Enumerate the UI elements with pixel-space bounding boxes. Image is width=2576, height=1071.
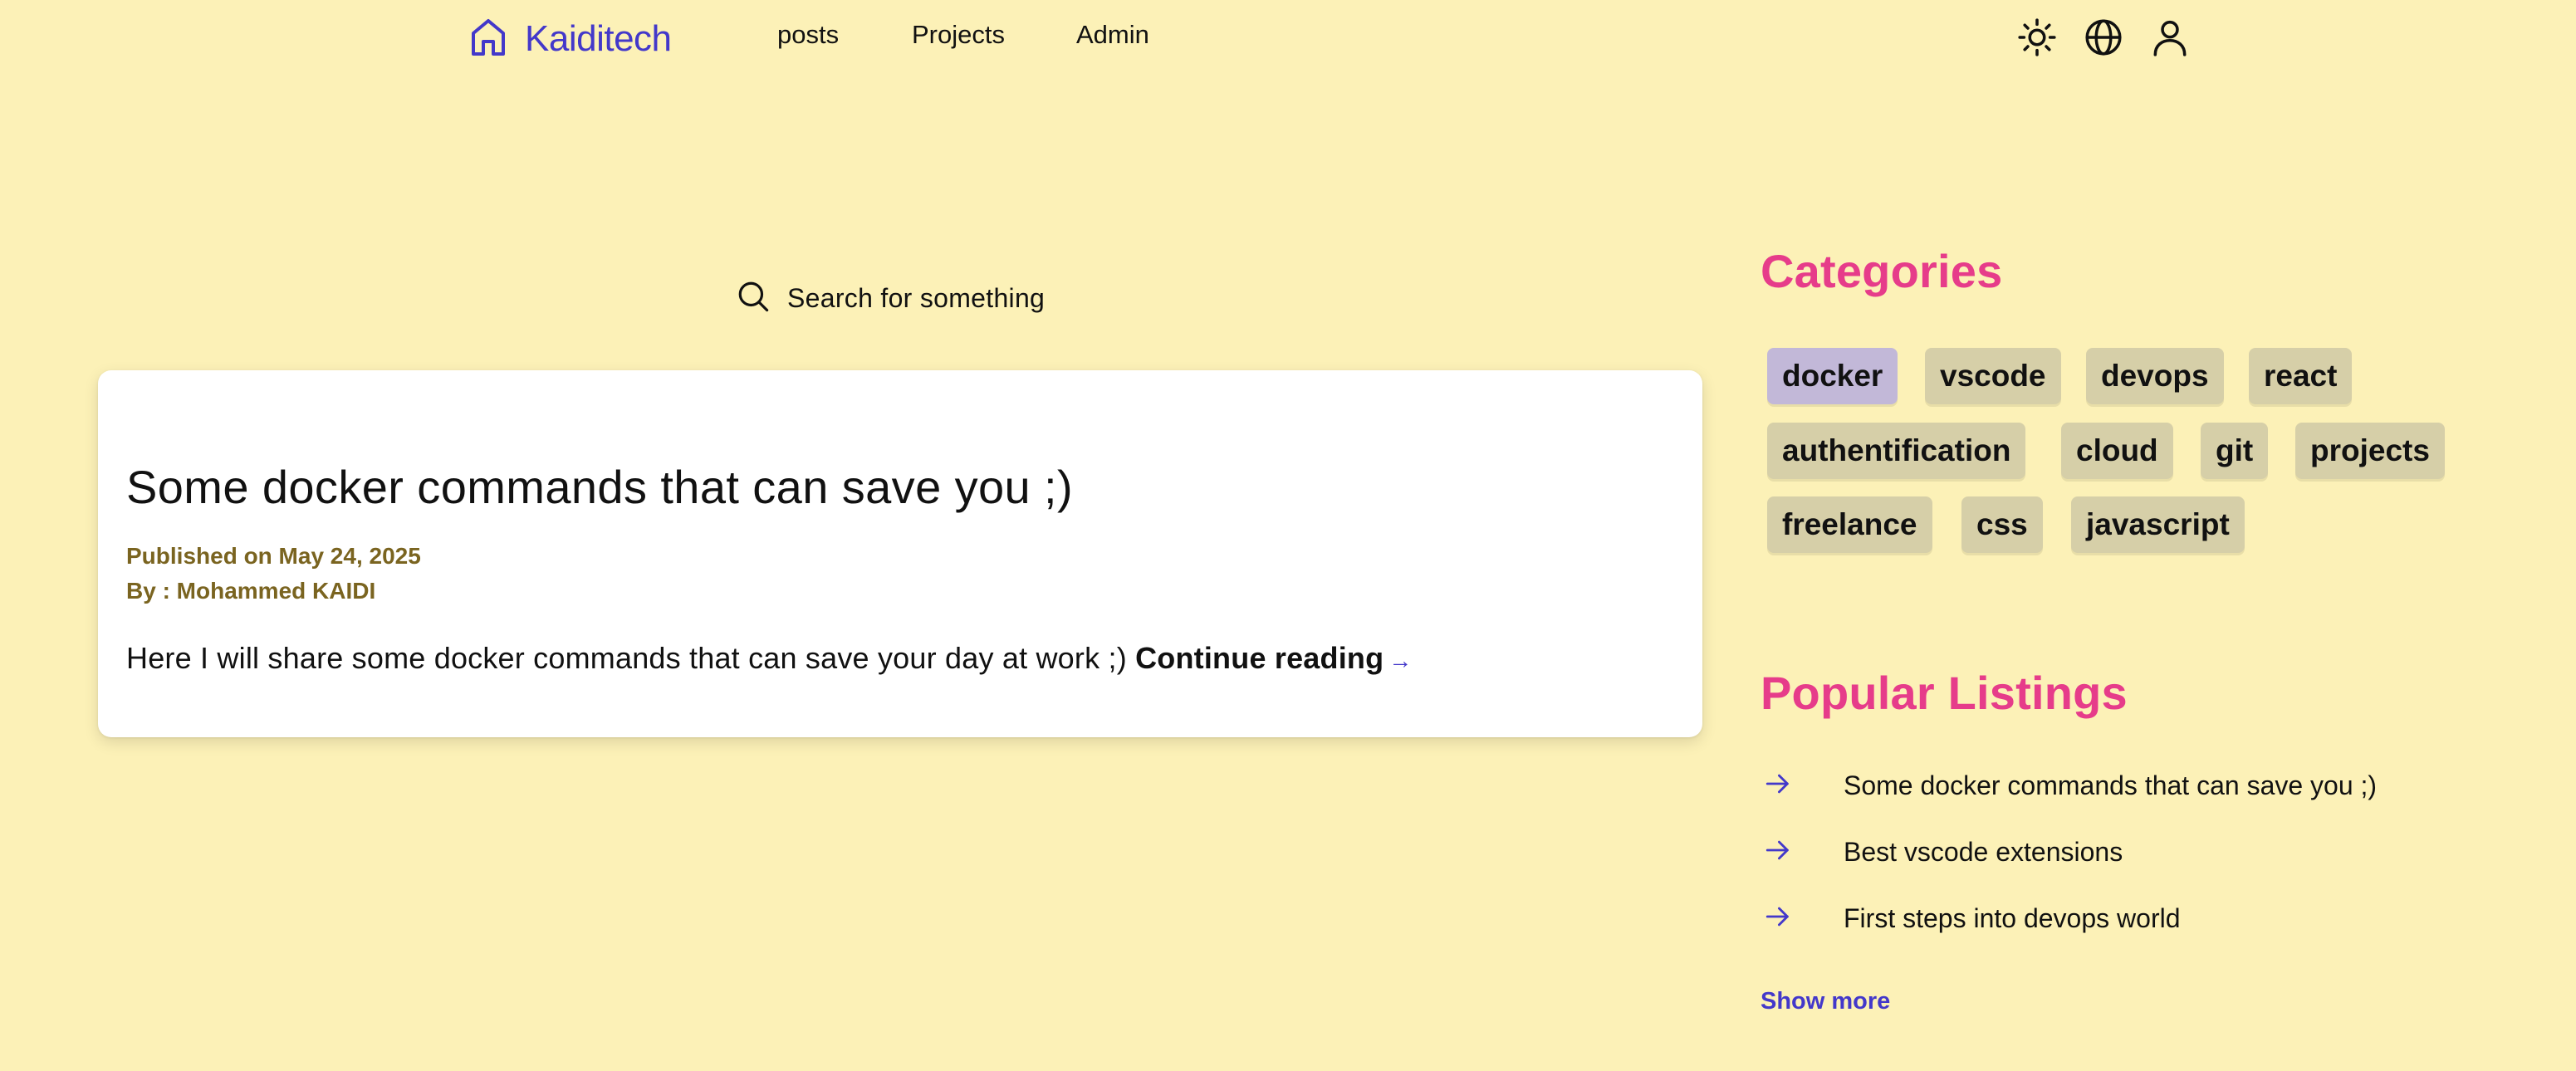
- theme-toggle-button[interactable]: [2016, 17, 2058, 62]
- nav-link-admin[interactable]: Admin: [1076, 20, 1149, 50]
- post-card: Some docker commands that can save you ;…: [98, 370, 1702, 737]
- popular-listings-heading: Popular Listings: [1761, 667, 2128, 719]
- arrow-right-icon: [1761, 902, 1792, 935]
- arrow-right-icon: →: [1388, 648, 1413, 673]
- sun-icon: [2016, 17, 2058, 62]
- category-tag-freelance[interactable]: freelance: [1767, 496, 1932, 553]
- post-author: By : Mohammed KAIDI: [126, 578, 376, 604]
- globe-icon: [2083, 17, 2124, 62]
- category-tag-javascript[interactable]: javascript: [2071, 496, 2245, 553]
- show-more-link[interactable]: Show more: [1761, 988, 1890, 1015]
- category-tag-vscode[interactable]: vscode: [1925, 348, 2061, 404]
- category-tag-cloud[interactable]: cloud: [2061, 423, 2173, 479]
- popular-listing-item[interactable]: Some docker commands that can save you ;…: [1761, 765, 2508, 806]
- popular-listing-item[interactable]: First steps into devops world: [1761, 897, 2508, 939]
- category-tag-devops[interactable]: devops: [2086, 348, 2224, 404]
- user-icon: [2149, 17, 2191, 62]
- search-input[interactable]: [787, 282, 1186, 314]
- category-tag-css[interactable]: css: [1961, 496, 2043, 553]
- category-tag-projects[interactable]: projects: [2295, 423, 2445, 479]
- category-tag-react[interactable]: react: [2249, 348, 2353, 404]
- popular-listing-label: Some docker commands that can save you ;…: [1844, 770, 2378, 800]
- popular-listing-label: Best vscode extensions: [1844, 836, 2123, 867]
- nav-link-posts[interactable]: posts: [777, 20, 839, 50]
- account-button[interactable]: [2149, 18, 2191, 60]
- search-bar[interactable]: [736, 277, 1201, 319]
- category-tag-authentification[interactable]: authentification: [1767, 423, 2026, 479]
- categories-heading: Categories: [1761, 245, 2003, 297]
- arrow-right-icon: [1761, 836, 1792, 868]
- home-icon: [468, 16, 508, 63]
- popular-listing-label: First steps into devops world: [1844, 902, 2181, 933]
- brand-name: Kaiditech: [525, 18, 672, 59]
- continue-reading-link[interactable]: Continue reading →: [1135, 641, 1412, 675]
- brand-link[interactable]: Kaiditech: [468, 13, 672, 65]
- nav-link-projects[interactable]: Projects: [912, 20, 1005, 50]
- post-date: Published on May 24, 2025: [126, 543, 421, 569]
- post-excerpt-text: Here I will share some docker commands t…: [126, 641, 1127, 675]
- continue-reading-label: Continue reading: [1135, 641, 1384, 675]
- category-tag-git[interactable]: git: [2201, 423, 2269, 479]
- post-title[interactable]: Some docker commands that can save you ;…: [126, 460, 1073, 514]
- popular-listing-item[interactable]: Best vscode extensions: [1761, 831, 2508, 873]
- category-tag-docker[interactable]: docker: [1767, 348, 1898, 404]
- site-header: Kaiditech posts Projects Admin: [0, 0, 2576, 76]
- language-button[interactable]: [2083, 18, 2124, 60]
- arrow-right-icon: [1761, 770, 1792, 802]
- post-excerpt: Here I will share some docker commands t…: [126, 641, 1413, 676]
- search-icon: [736, 279, 771, 318]
